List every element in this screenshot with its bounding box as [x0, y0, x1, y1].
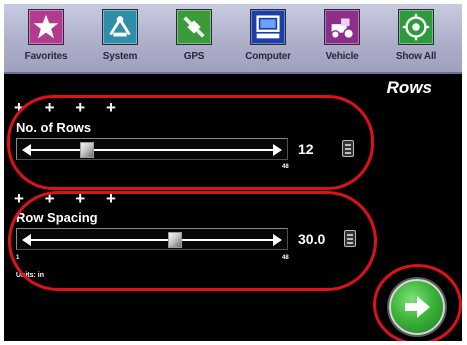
system-button[interactable]: System: [84, 6, 156, 72]
rows-slider-decrease-arrow[interactable]: [22, 144, 31, 156]
system-tools-icon: [102, 9, 138, 45]
spacing-slider-decrease-arrow[interactable]: [22, 234, 31, 246]
gps-label: GPS: [183, 51, 205, 62]
rows-slider-increase-arrow[interactable]: [273, 144, 282, 156]
show-all-icon: [398, 9, 434, 45]
spacing-slider-thumb[interactable]: [168, 232, 183, 248]
vehicle-icon: [324, 9, 360, 45]
screen: Favorites System GPS Computer Vehicle Sh…: [4, 4, 462, 341]
spacing-value: 30.0: [298, 231, 326, 247]
arrow-right-icon: [405, 296, 430, 318]
rows-slider-thumb[interactable]: [80, 142, 95, 158]
computer-label: Computer: [245, 51, 291, 62]
rows-label: No. of Rows: [16, 120, 92, 135]
rows-plus-marks: + + + +: [14, 98, 124, 117]
rows-slider[interactable]: [16, 138, 288, 160]
computer-icon: [250, 9, 286, 45]
favorites-button[interactable]: Favorites: [10, 6, 82, 72]
rows-max-label: 48: [282, 164, 289, 170]
show-all-button[interactable]: Show All: [380, 6, 452, 72]
favorites-label: Favorites: [24, 51, 68, 62]
next-button[interactable]: [389, 279, 445, 335]
spacing-plus-marks: + + + +: [14, 189, 124, 208]
system-label: System: [102, 51, 138, 62]
spacing-min-label: 1: [16, 255, 20, 261]
spacing-slider-track: [29, 239, 275, 241]
vehicle-button[interactable]: Vehicle: [306, 6, 378, 72]
spacing-slider[interactable]: [16, 228, 288, 250]
vehicle-label: Vehicle: [325, 51, 359, 62]
rows-keypad-icon[interactable]: [342, 140, 354, 157]
spacing-label: Row Spacing: [16, 210, 98, 225]
top-toolbar: Favorites System GPS Computer Vehicle Sh…: [4, 4, 462, 74]
star-icon: [28, 9, 64, 45]
spacing-max-label: 48: [282, 255, 289, 261]
show-all-label: Show All: [395, 51, 437, 62]
spacing-slider-increase-arrow[interactable]: [273, 234, 282, 246]
rows-value: 12: [298, 141, 314, 157]
spacing-keypad-icon[interactable]: [344, 230, 356, 247]
units-note: Units: in: [16, 272, 44, 279]
gps-button[interactable]: GPS: [158, 6, 230, 72]
satellite-icon: [176, 9, 212, 45]
page-title: Rows: [386, 78, 432, 97]
computer-button[interactable]: Computer: [232, 6, 304, 72]
rows-slider-track: [29, 149, 275, 151]
